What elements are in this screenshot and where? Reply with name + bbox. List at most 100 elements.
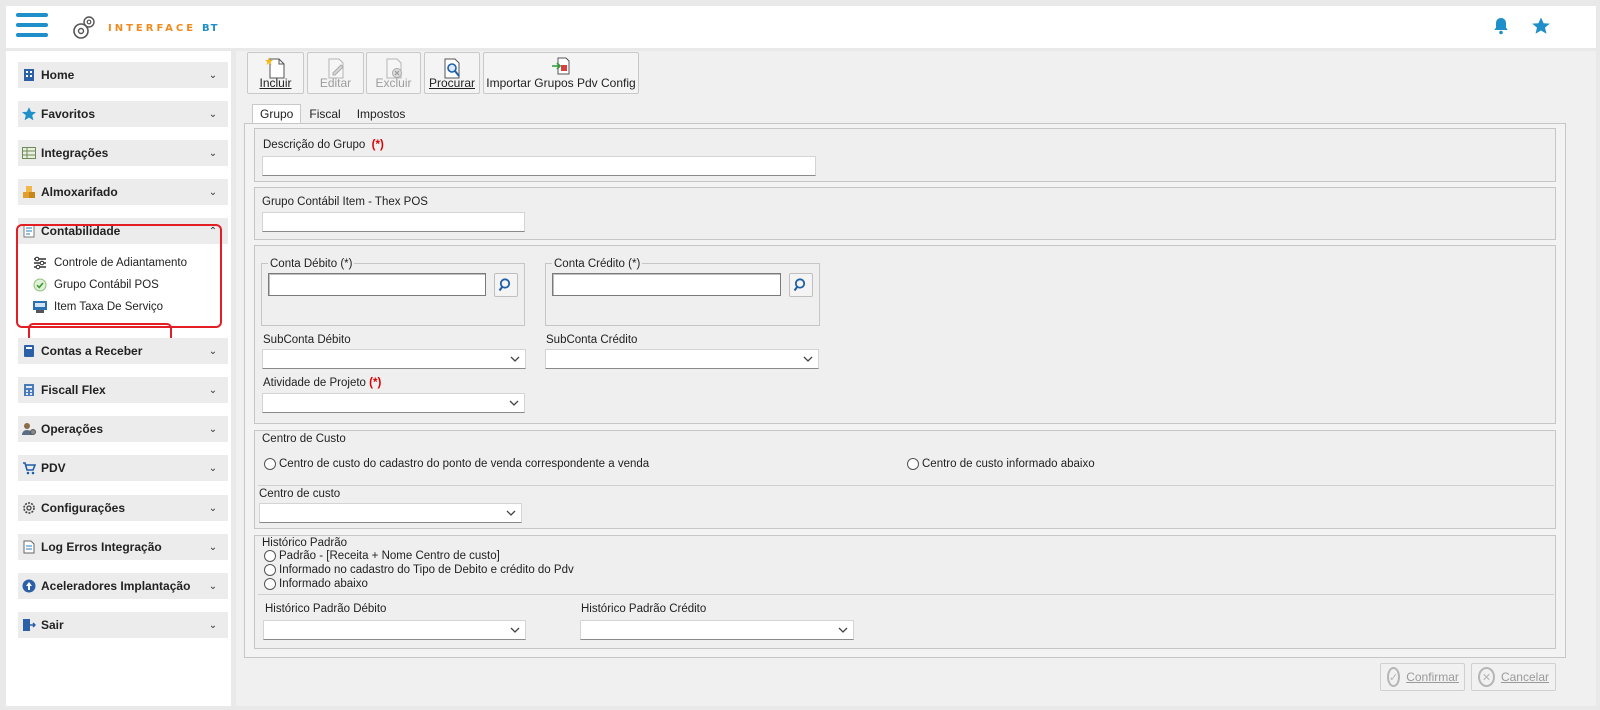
incluir-button[interactable]: Incluir <box>247 52 304 94</box>
chevron-down-icon: ⌄ <box>208 147 218 159</box>
chevron-down-icon: ⌄ <box>208 186 218 198</box>
sidebar-item-fiscall-flex[interactable]: Fiscall Flex ⌄ <box>18 377 228 403</box>
chevron-down-icon: ⌄ <box>208 345 218 357</box>
gear-icon <box>21 500 37 516</box>
chevron-down-icon: ⌄ <box>208 423 218 435</box>
historico-group-label: Histórico Padrão <box>262 537 348 549</box>
sidebar-item-label: Almoxarifado <box>41 185 118 199</box>
cart-icon <box>21 460 37 476</box>
chevron-down-icon: ⌄ <box>208 580 218 592</box>
sidebar-item-label: Operações <box>41 422 104 436</box>
conta-credito-search-button[interactable] <box>789 273 813 297</box>
subitem-grupo-contabil-pos[interactable]: Grupo Contábil POS <box>32 275 159 295</box>
conta-credito-input[interactable] <box>552 273 781 296</box>
close-icon: ✕ <box>1478 667 1495 687</box>
sidebar-item-integracoes[interactable]: Integrações ⌄ <box>18 140 228 166</box>
sidebar-item-aceleradores[interactable]: Aceleradores Implantação ⌄ <box>18 573 228 599</box>
chevron-down-icon <box>803 356 813 362</box>
grupo-contabil-label: Grupo Contábil Item - Thex POS <box>262 196 428 208</box>
sidebar-item-sair[interactable]: Sair ⌄ <box>18 612 228 638</box>
new-document-icon <box>264 57 284 79</box>
subitem-controle-adiantamento[interactable]: Controle de Adiantamento <box>32 253 187 273</box>
chevron-down-icon <box>506 510 516 516</box>
conta-debito-search-button[interactable] <box>494 273 518 297</box>
historico-option-cadastro[interactable]: Informado no cadastro do Tipo de Debito … <box>264 564 574 576</box>
logo-suffix: BT <box>202 22 219 34</box>
star-icon <box>21 106 37 122</box>
sidebar-item-configuracoes[interactable]: Configurações ⌄ <box>18 495 228 521</box>
historico-debito-label: Histórico Padrão Débito <box>265 603 387 615</box>
radio-label: Centro de custo informado abaixo <box>922 458 1095 470</box>
subitem-item-taxa-servico[interactable]: Item Taxa De Serviço <box>32 297 163 317</box>
sidebar: Home ⌄ Favoritos ⌄ Integrações ⌄ Almoxar… <box>6 51 231 706</box>
conta-credito-label: Conta Crédito (*) <box>552 258 643 270</box>
pos-terminal-icon <box>32 299 48 315</box>
historico-debito-select[interactable] <box>263 620 526 640</box>
gears-logo-icon <box>73 16 95 39</box>
subconta-debito-label: SubConta Débito <box>263 334 351 346</box>
conta-debito-label: Conta Débito (*) <box>268 258 355 270</box>
procurar-button[interactable]: Procurar <box>424 52 480 94</box>
chevron-down-icon <box>510 627 520 633</box>
cancelar-button[interactable]: ✕ Cancelar <box>1471 663 1556 691</box>
sidebar-item-operacoes[interactable]: Operações ⌄ <box>18 416 228 442</box>
star-icon[interactable] <box>1531 16 1551 36</box>
import-icon <box>552 57 570 75</box>
boxes-icon <box>21 184 37 200</box>
hamburger-menu-icon[interactable] <box>16 13 48 41</box>
centro-custo-option-informado[interactable]: Centro de custo informado abaixo <box>907 458 1095 470</box>
sidebar-item-favoritos[interactable]: Favoritos ⌄ <box>18 101 228 127</box>
search-icon <box>498 278 511 292</box>
check-icon: ✓ <box>1387 667 1401 687</box>
confirmar-button[interactable]: ✓ Confirmar <box>1380 663 1465 691</box>
subconta-credito-select[interactable] <box>545 349 819 369</box>
conta-debito-input[interactable] <box>268 273 486 296</box>
logo-text: INTERFACE <box>108 22 197 34</box>
rocket-icon <box>21 578 37 594</box>
radio-label: Padrão - [Receita + Nome Centro de custo… <box>279 550 500 562</box>
subitem-label: Grupo Contábil POS <box>54 279 159 291</box>
centro-custo-option-pdv[interactable]: Centro de custo do cadastro do ponto de … <box>264 458 649 470</box>
sidebar-item-almoxarifado[interactable]: Almoxarifado ⌄ <box>18 179 228 205</box>
descricao-input[interactable] <box>262 156 816 176</box>
excluir-button[interactable]: Excluir <box>366 52 421 94</box>
chevron-down-icon: ⌄ <box>208 541 218 553</box>
subconta-credito-label: SubConta Crédito <box>546 334 638 346</box>
editar-button[interactable]: Editar <box>307 52 364 94</box>
centro-custo-select[interactable] <box>259 503 522 523</box>
radio-button[interactable] <box>264 458 276 470</box>
tab-fiscal[interactable]: Fiscal <box>301 104 348 123</box>
historico-credito-select[interactable] <box>580 620 854 640</box>
historico-option-informado[interactable]: Informado abaixo <box>264 578 368 590</box>
chevron-down-icon <box>510 356 520 362</box>
exit-icon <box>21 617 37 633</box>
radio-button[interactable] <box>264 564 276 576</box>
historico-option-padrao[interactable]: Padrão - [Receita + Nome Centro de custo… <box>264 550 500 562</box>
chevron-down-icon: ⌄ <box>208 462 218 474</box>
sidebar-item-label: PDV <box>41 461 66 475</box>
centro-custo-group-label: Centro de Custo <box>262 433 346 445</box>
chevron-down-icon <box>838 627 848 633</box>
descricao-label: Descrição do Grupo (*) <box>263 139 384 151</box>
sidebar-item-label: Integrações <box>41 146 109 160</box>
radio-button[interactable] <box>907 458 919 470</box>
radio-button[interactable] <box>264 578 276 590</box>
subconta-debito-select[interactable] <box>262 349 526 369</box>
sidebar-item-home[interactable]: Home ⌄ <box>18 62 228 88</box>
sidebar-item-log-erros[interactable]: Log Erros Integração ⌄ <box>18 534 228 560</box>
tab-grupo[interactable]: Grupo <box>252 104 302 123</box>
sidebar-item-contas-receber[interactable]: Contas a Receber ⌄ <box>18 338 228 364</box>
chevron-down-icon: ⌄ <box>208 619 218 631</box>
atividade-select[interactable] <box>262 393 525 413</box>
tab-impostos[interactable]: Impostos <box>349 104 414 123</box>
grupo-contabil-input[interactable] <box>262 212 525 232</box>
top-bar: INTERFACE BT <box>6 6 1596 48</box>
radio-button[interactable] <box>264 550 276 562</box>
sidebar-item-label: Contas a Receber <box>41 344 143 358</box>
bell-icon[interactable] <box>1491 16 1511 36</box>
table-icon <box>21 145 37 161</box>
toolbar-label: Importar Grupos Pdv Config <box>486 76 636 90</box>
importar-button[interactable]: Importar Grupos Pdv Config <box>483 52 639 94</box>
sidebar-item-pdv[interactable]: PDV ⌄ <box>18 455 228 481</box>
sidebar-item-label: Log Erros Integração <box>41 540 162 554</box>
